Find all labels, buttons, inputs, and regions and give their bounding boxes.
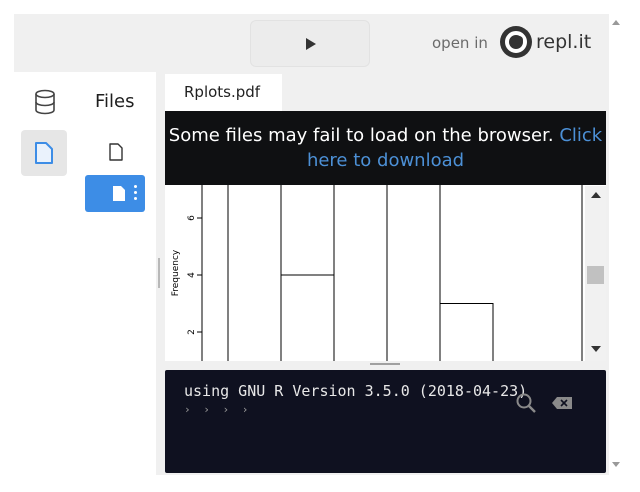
y-axis-label: Frequency [171,249,181,296]
histogram-bars [227,185,494,361]
run-button[interactable] [250,20,370,67]
y-tick-2: 2 [187,329,197,335]
viewer-scrollbar[interactable] [585,186,606,361]
banner-text: Some files may fail to load on the brows… [168,125,603,146]
page-scroll-down-icon[interactable] [612,462,620,467]
file-icon [35,142,53,164]
search-icon[interactable] [515,392,537,414]
histogram-plot: Frequency 6 4 2 [171,185,583,361]
console-output: using GNU R Version 3.5.0 (2018-04-23) [184,382,528,400]
clear-console-icon[interactable] [551,396,573,410]
more-options-icon[interactable] [134,185,138,203]
histogram-bar [280,274,335,361]
histogram-bar [227,185,282,361]
download-link-cont[interactable]: here to download [165,150,606,171]
histogram-bar [439,303,494,361]
file-viewer: Some files may fail to load on the brows… [165,111,606,361]
scroll-up-icon[interactable] [591,192,601,198]
sidebar-resize-handle[interactable] [158,258,160,288]
y-tick-6: 6 [187,215,197,221]
tab-label: Rplots.pdf [184,83,261,101]
open-in-label: open in [432,34,488,52]
scroll-thumb[interactable] [587,266,604,284]
play-icon [306,38,316,50]
console-prompt[interactable]: › › › › [184,403,251,416]
download-banner: Some files may fail to load on the brows… [165,111,606,185]
file-item-selected[interactable] [85,175,145,212]
histogram-bar [333,185,388,361]
download-link[interactable]: Click [559,125,602,146]
replit-logo-icon[interactable] [499,25,533,59]
console-panel[interactable]: using GNU R Version 3.5.0 (2018-04-23) ›… [165,370,606,473]
files-title: Files [95,91,135,112]
y-tick-4: 4 [187,272,197,278]
page-scroll-up-icon[interactable] [612,20,620,25]
tab-rplots[interactable]: Rplots.pdf [165,74,282,111]
replit-brand-text[interactable]: repl.it [536,31,591,53]
scroll-down-icon[interactable] [591,346,601,352]
file-icon [113,186,125,201]
database-icon[interactable] [34,89,56,115]
file-icon[interactable] [108,143,124,161]
console-resize-handle[interactable] [370,363,400,365]
files-panel-button[interactable] [21,130,67,176]
histogram-bar [386,185,441,361]
